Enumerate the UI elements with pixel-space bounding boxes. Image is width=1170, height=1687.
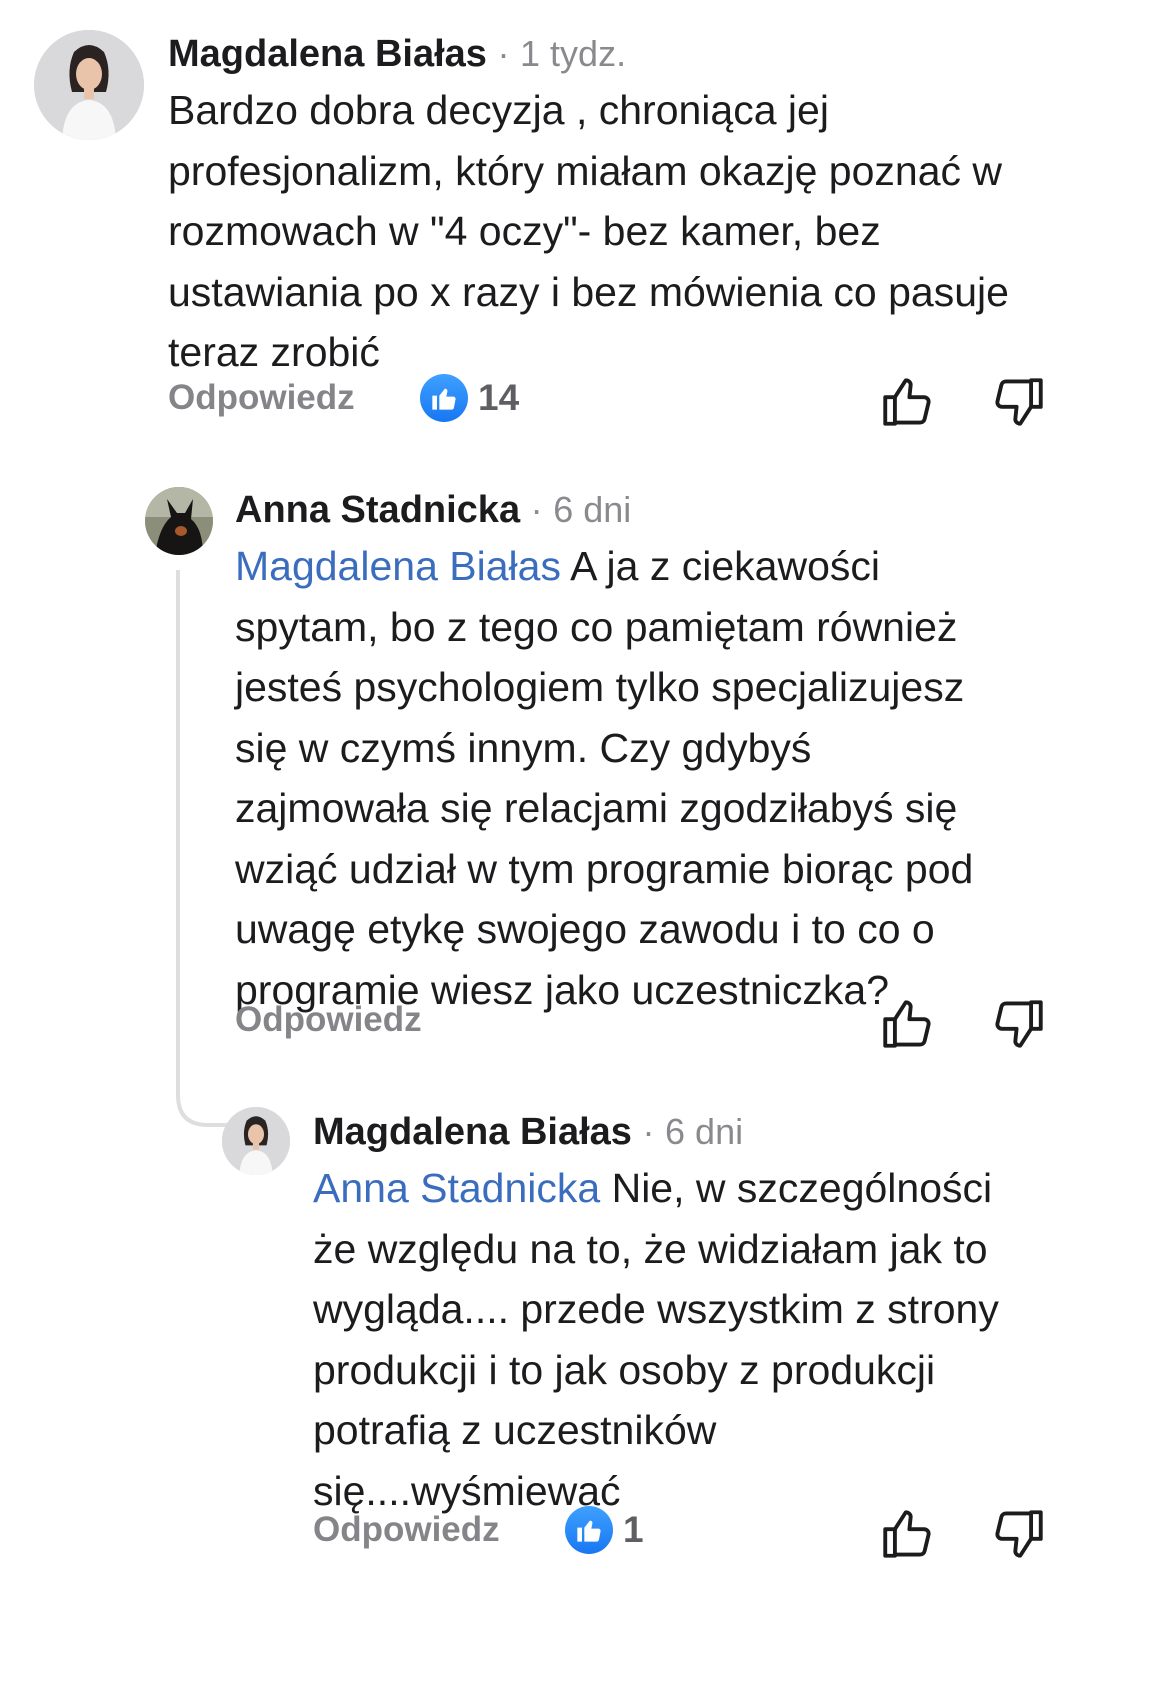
reply-text: Anna Stadnicka Nie, w szczególności że w… xyxy=(313,1158,999,1521)
text-line: wziąć udział w tym programie biorąc pod xyxy=(235,845,974,892)
text-fragment: Nie, w szczególności xyxy=(600,1165,993,1211)
avatar-anna[interactable] xyxy=(145,487,213,555)
comment-time[interactable]: 1 tydz. xyxy=(520,33,626,74)
avatar-magdalena[interactable] xyxy=(34,30,144,140)
reaction-summary[interactable]: 1 xyxy=(565,1506,644,1554)
thumbs-up-outline-icon[interactable] xyxy=(878,373,936,431)
like-icon xyxy=(565,1506,613,1554)
text-line: potrafią z uczestników xyxy=(313,1407,717,1453)
author-name[interactable]: Magdalena Białas xyxy=(313,1111,632,1153)
avatar-photo-icon xyxy=(34,30,144,140)
reply-time[interactable]: 6 dni xyxy=(553,489,631,530)
reaction-summary[interactable]: 14 xyxy=(420,374,519,422)
mention-link[interactable]: Anna Stadnicka xyxy=(313,1165,600,1211)
separator-dot: · xyxy=(530,489,543,530)
reaction-count: 1 xyxy=(623,1509,644,1550)
thumbs-up-outline-icon[interactable] xyxy=(878,995,936,1053)
reply-text: Magdalena Białas A ja z ciekawości spyta… xyxy=(235,536,973,1020)
author-name[interactable]: Anna Stadnicka xyxy=(235,489,520,531)
author-name[interactable]: Magdalena Białas xyxy=(168,33,487,75)
reaction-count: 14 xyxy=(478,377,520,418)
thumbs-down-outline-icon[interactable] xyxy=(990,1505,1048,1563)
avatar-magdalena[interactable] xyxy=(222,1107,290,1175)
like-icon xyxy=(420,374,468,422)
text-line: Magdalena Białas A ja z ciekawości xyxy=(235,536,973,597)
text-line: uwagę etykę swojego zawodu i to co o xyxy=(235,906,935,952)
text-line: ustawiania po x razy i bez mówienia co p… xyxy=(168,268,1009,315)
text-line: wygląda.... przede wszystkim z strony xyxy=(313,1286,999,1332)
comment-text: Bardzo dobra decyzja , chroniąca jej pro… xyxy=(168,80,1009,383)
reply-header: Magdalena Białas · 6 dni xyxy=(313,1110,743,1154)
reply-button[interactable]: Odpowiedz xyxy=(168,378,355,418)
text-line: profesjonalizm, który miałam okazję pozn… xyxy=(168,147,1002,194)
text-line: produkcji i to jak osoby z produkcji xyxy=(313,1346,936,1393)
text-line: jesteś psychologiem tylko specjalizujesz xyxy=(235,664,965,710)
thumbs-down-outline-icon[interactable] xyxy=(990,373,1048,431)
text-line: że względu na to, że widziałam jak to xyxy=(313,1225,988,1272)
mention-link[interactable]: Magdalena Białas xyxy=(235,543,561,589)
separator-dot: · xyxy=(497,33,510,74)
text-line: się w czymś innym. Czy gdybyś xyxy=(235,724,812,771)
reply-time[interactable]: 6 dni xyxy=(665,1111,743,1152)
avatar-photo-icon xyxy=(222,1107,290,1175)
thumbs-up-outline-icon[interactable] xyxy=(878,1505,936,1563)
text-line: spytam, bo z tego co pamiętam również xyxy=(235,603,958,650)
text-line: zajmowała się relacjami zgodziłabyś się xyxy=(235,785,958,831)
reply-button[interactable]: Odpowiedz xyxy=(235,1000,422,1040)
separator-dot: · xyxy=(642,1111,655,1152)
text-line: Anna Stadnicka Nie, w szczególności xyxy=(313,1158,999,1219)
reply-button[interactable]: Odpowiedz xyxy=(313,1510,500,1550)
text-line: Bardzo dobra decyzja , chroniąca jej xyxy=(168,87,829,133)
reply-header: Anna Stadnicka · 6 dni xyxy=(235,488,631,532)
text-fragment: A ja z ciekawości xyxy=(560,543,880,589)
comment-header: Magdalena Białas · 1 tydz. xyxy=(168,32,626,76)
thumbs-down-outline-icon[interactable] xyxy=(990,995,1048,1053)
avatar-photo-icon xyxy=(145,487,213,555)
text-line: rozmowach w "4 oczy"- bez kamer, bez xyxy=(168,208,881,254)
